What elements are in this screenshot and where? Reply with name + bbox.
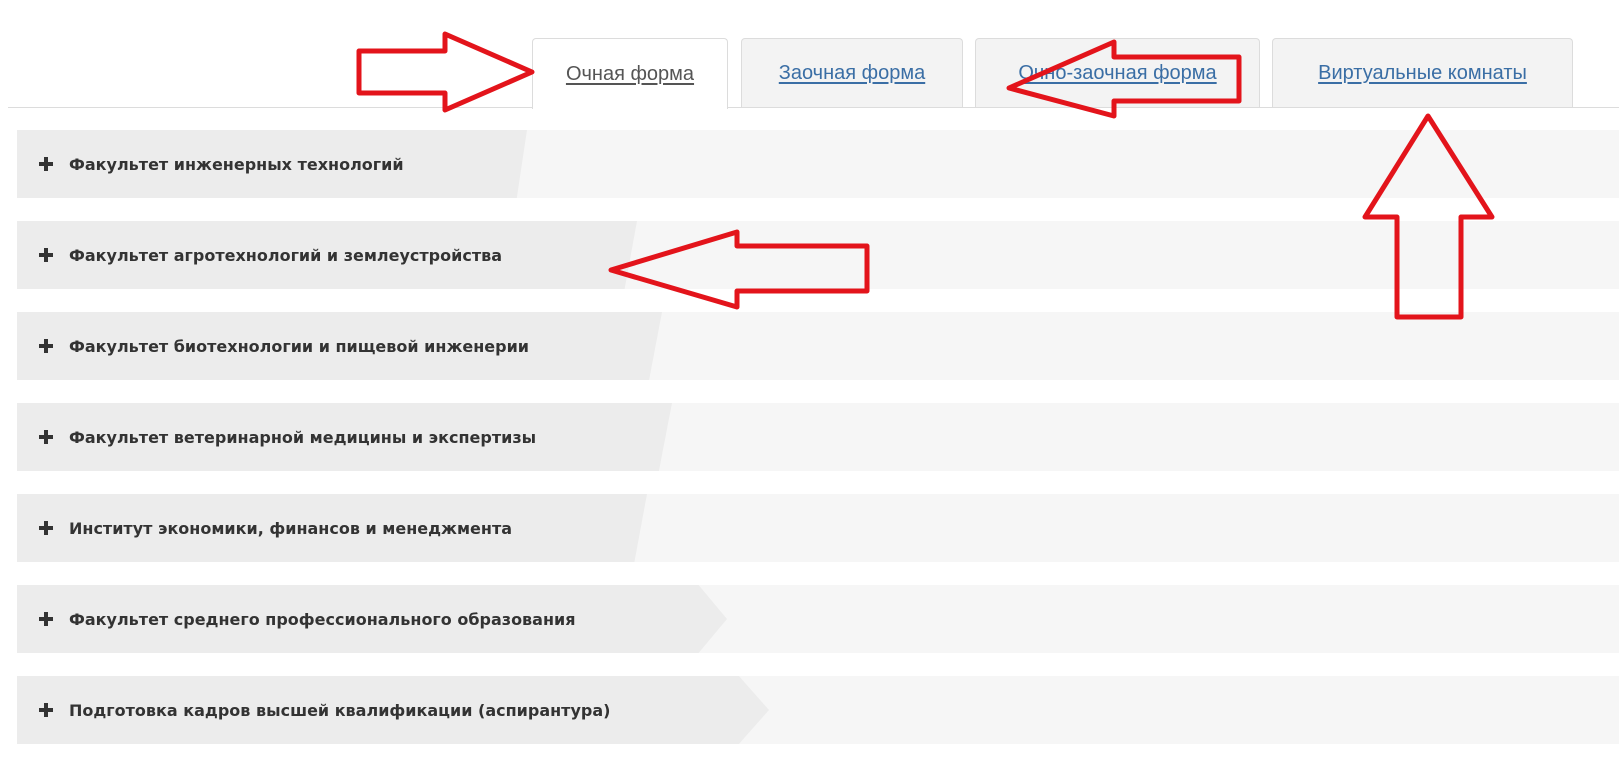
accordion-row-economics[interactable]: Институт экономики, финансов и менеджмен… <box>17 494 1619 562</box>
accordion-row-postgraduate[interactable]: Подготовка кадров высшей квалификации (а… <box>17 676 1619 744</box>
accordion-row-label: Факультет ветеринарной медицины и экспер… <box>69 427 537 447</box>
tabs-divider <box>8 107 1619 108</box>
accordion-row-label: Институт экономики, финансов и менеджмен… <box>69 518 513 538</box>
accordion-row-label: Факультет агротехнологий и землеустройст… <box>69 245 503 265</box>
accordion-row-vocational[interactable]: Факультет среднего профессионального обр… <box>17 585 1619 653</box>
accordion-row-biotech[interactable]: Факультет биотехнологии и пищевой инжене… <box>17 312 1619 380</box>
accordion-row-label: Факультет биотехнологии и пищевой инжене… <box>69 336 529 356</box>
tab-part-time[interactable]: Очно-заочная форма <box>975 38 1260 107</box>
tab-extramural-link[interactable]: Заочная форма <box>779 62 925 85</box>
tab-full-time[interactable]: Очная форма <box>532 38 728 109</box>
tab-virtual-rooms-link[interactable]: Виртуальные комнаты <box>1318 62 1527 85</box>
plus-icon[interactable] <box>39 430 53 444</box>
tab-extramural[interactable]: Заочная форма <box>741 38 963 107</box>
plus-icon[interactable] <box>39 521 53 535</box>
accordion-row-veterinary[interactable]: Факультет ветеринарной медицины и экспер… <box>17 403 1619 471</box>
tab-virtual-rooms[interactable]: Виртуальные комнаты <box>1272 38 1573 107</box>
faculty-accordion: Факультет инженерных технологий Факульте… <box>17 130 1619 767</box>
accordion-row-label: Факультет инженерных технологий <box>69 154 404 174</box>
plus-icon[interactable] <box>39 339 53 353</box>
accordion-row-engineering[interactable]: Факультет инженерных технологий <box>17 130 1619 198</box>
plus-icon[interactable] <box>39 248 53 262</box>
accordion-row-label: Подготовка кадров высшей квалификации (а… <box>69 700 611 720</box>
accordion-row-label: Факультет среднего профессионального обр… <box>69 609 576 629</box>
accordion-row-agrotech[interactable]: Факультет агротехнологий и землеустройст… <box>17 221 1619 289</box>
arrow-right-annotation <box>356 31 535 113</box>
plus-icon[interactable] <box>39 703 53 717</box>
tab-part-time-link[interactable]: Очно-заочная форма <box>1018 62 1216 85</box>
plus-icon[interactable] <box>39 157 53 171</box>
plus-icon[interactable] <box>39 612 53 626</box>
tab-full-time-link[interactable]: Очная форма <box>566 63 694 86</box>
